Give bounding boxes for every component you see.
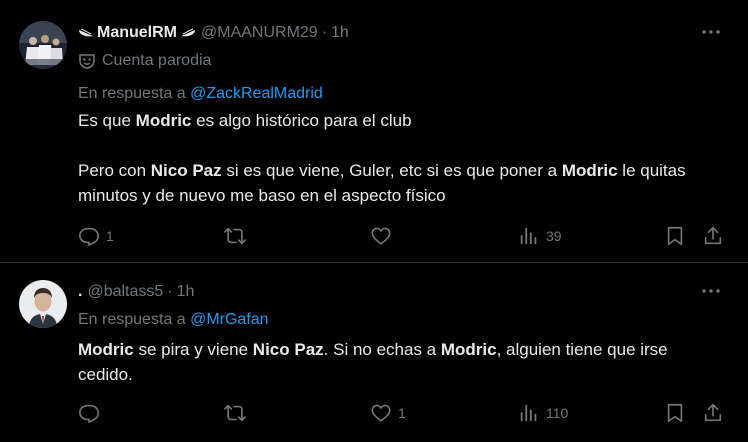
- parody-label-text: Cuenta parodia: [102, 52, 212, 69]
- like-count: 1: [398, 405, 406, 421]
- bold-text: Modric: [440, 340, 497, 359]
- bookmark-button[interactable]: [664, 222, 686, 250]
- like-button[interactable]: [370, 222, 398, 250]
- reply-mention[interactable]: @MrGafan: [190, 311, 268, 328]
- heart-icon: [371, 227, 391, 245]
- retweet-icon: [224, 404, 246, 422]
- share-icon: [704, 403, 722, 422]
- like-button[interactable]: 1: [370, 399, 406, 427]
- views-count: 39: [546, 228, 562, 244]
- separator-dot: ·: [167, 283, 173, 300]
- display-name-text: .: [78, 283, 83, 300]
- heart-icon: [371, 404, 391, 422]
- views-button[interactable]: 39: [518, 222, 562, 250]
- bold-text: Modric: [561, 161, 618, 180]
- avatar[interactable]: [19, 280, 67, 328]
- retweet-icon: [224, 227, 246, 245]
- more-icon[interactable]: [700, 281, 722, 301]
- wing-icon: [79, 28, 93, 37]
- tweet[interactable]: . @baltass5 · 1h En respuesta a @MrGafan…: [0, 264, 748, 442]
- bold-text: Modric: [78, 340, 134, 359]
- views-count: 110: [546, 405, 569, 421]
- tweet-paragraph: Pero con Nico Paz si es que viene, Guler…: [78, 161, 686, 205]
- more-icon[interactable]: [700, 22, 722, 42]
- tweet[interactable]: ManuelRM @MAANURM29 · 1h Cuenta parodia …: [0, 0, 748, 263]
- tweet-paragraph: Es que Modric es algo histórico para el …: [78, 111, 412, 130]
- display-name[interactable]: .: [78, 283, 82, 301]
- tweet-header: ManuelRM @MAANURM29 · 1h: [78, 22, 349, 44]
- display-name[interactable]: ManuelRM: [78, 24, 196, 42]
- parody-account-label: Cuenta parodia: [78, 52, 211, 70]
- reply-mention[interactable]: @ZackRealMadrid: [190, 85, 323, 102]
- action-bar: 1 39: [76, 222, 730, 250]
- retweet-button[interactable]: [224, 222, 252, 250]
- user-handle[interactable]: @baltass5: [87, 283, 163, 301]
- bookmark-icon: [667, 403, 683, 423]
- timestamp[interactable]: 1h: [177, 283, 195, 301]
- views-button[interactable]: 110: [518, 399, 568, 427]
- reply-count: 1: [106, 228, 114, 244]
- share-icon: [704, 226, 722, 245]
- views-icon: [520, 404, 537, 422]
- share-button[interactable]: [702, 222, 724, 250]
- reply-button[interactable]: 1: [78, 222, 114, 250]
- wing-icon: [181, 28, 195, 37]
- bold-text: Nico Paz: [252, 340, 324, 359]
- views-icon: [520, 227, 537, 245]
- share-button[interactable]: [702, 399, 724, 427]
- display-name-text: ManuelRM: [97, 24, 177, 41]
- reply-icon: [79, 227, 99, 246]
- tweet-paragraph: Modric se pira y viene Nico Paz. Si no e…: [78, 340, 668, 384]
- bold-text: Modric: [135, 111, 192, 130]
- reply-button[interactable]: [78, 399, 106, 427]
- bookmark-icon: [667, 226, 683, 246]
- avatar[interactable]: [19, 21, 67, 69]
- reply-icon: [79, 404, 99, 423]
- bold-text: Nico Paz: [150, 161, 222, 180]
- reply-context: En respuesta a @MrGafan: [78, 311, 269, 329]
- reply-context: En respuesta a @ZackRealMadrid: [78, 85, 323, 103]
- bookmark-button[interactable]: [664, 399, 686, 427]
- separator-dot: ·: [321, 24, 328, 41]
- parody-mask-icon: [79, 54, 95, 69]
- user-handle[interactable]: @MAANURM29: [201, 24, 318, 42]
- tweet-text: Modric se pira y viene Nico Paz. Si no e…: [78, 337, 718, 387]
- reply-prefix: En respuesta a: [78, 311, 186, 328]
- tweet-text: Es que Modric es algo histórico para el …: [78, 108, 718, 208]
- timestamp[interactable]: 1h: [331, 24, 349, 42]
- reply-prefix: En respuesta a: [78, 85, 186, 102]
- tweet-header: . @baltass5 · 1h: [78, 281, 194, 303]
- retweet-button[interactable]: [224, 399, 252, 427]
- action-bar: 1 110: [76, 399, 730, 427]
